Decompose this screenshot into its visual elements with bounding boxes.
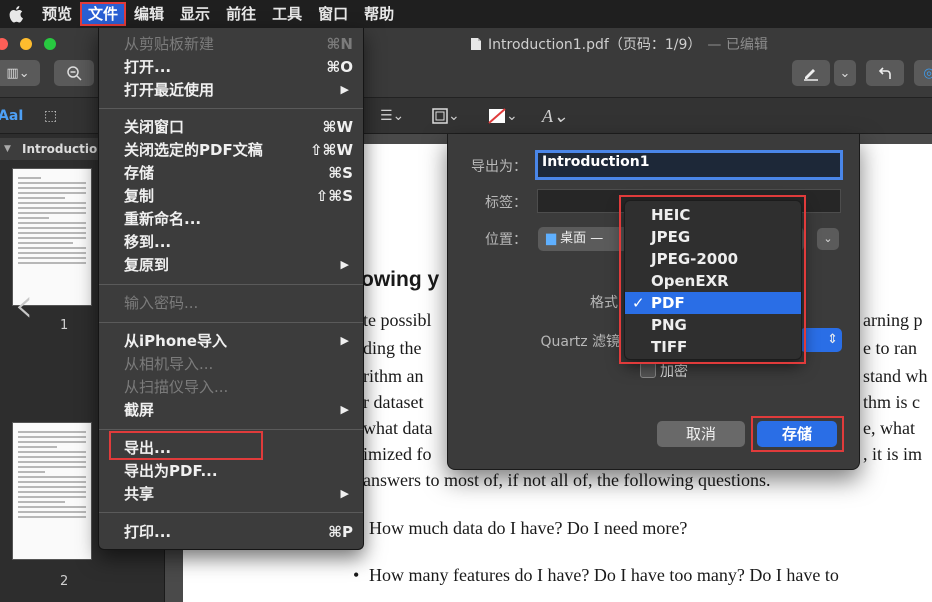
cancel-button[interactable]: 取消 xyxy=(657,421,745,447)
doc-right-5: e, what xyxy=(863,418,915,438)
zoom-out-button[interactable] xyxy=(54,60,94,86)
menu-item-move-to[interactable]: 移到... xyxy=(99,231,363,253)
rotate-icon xyxy=(878,67,891,79)
doc-bullet-1: How much data do I have? Do I need more? xyxy=(353,518,687,539)
export-highlight-box xyxy=(109,431,263,460)
close-window-button[interactable] xyxy=(0,38,8,50)
encrypt-checkbox[interactable] xyxy=(640,362,656,378)
menu-tools[interactable]: 工具 xyxy=(264,2,310,26)
location-label: 位置： xyxy=(485,232,527,248)
window-title-edited: — 已编辑 xyxy=(707,37,768,53)
doc-right-3: stand wh xyxy=(863,366,928,386)
menu-item-close-selected[interactable]: 关闭选定的PDF文稿 ⇧⌘W xyxy=(99,139,363,161)
menu-edit[interactable]: 编辑 xyxy=(126,2,172,26)
menu-item-close-window[interactable]: 关闭窗口 ⌘W xyxy=(99,116,363,138)
menu-item-open[interactable]: 打开... ⌘O xyxy=(99,56,363,78)
page-number-1: 1 xyxy=(60,318,69,333)
menu-item-screenshot[interactable]: 截屏 ▶ xyxy=(99,399,363,421)
search-icon: ◎ xyxy=(923,65,932,81)
tags-label: 标签： xyxy=(485,195,527,211)
doc-line-6: imized fo xyxy=(363,444,432,464)
location-value: 桌面 — xyxy=(560,231,604,246)
menu-file[interactable]: 文件 xyxy=(80,2,127,26)
export-as-input[interactable]: Introduction1 xyxy=(535,150,843,180)
fill-color-icon[interactable]: ⌄ xyxy=(488,104,518,128)
file-menu: 从剪贴板新建 ⌘N 打开... ⌘O 打开最近使用 ▶ 关闭窗口 ⌘W 关闭选定的PDF… xyxy=(98,28,364,550)
menu-item-import-camera[interactable]: 从相机导入... xyxy=(99,353,363,375)
menu-item-new-from-clipboard[interactable]: 从剪贴板新建 ⌘N xyxy=(99,33,363,55)
sidebar-toggle-button[interactable]: ▥⌄ xyxy=(0,60,40,86)
expand-location-button[interactable]: ⌄ xyxy=(817,228,839,250)
menu-item-save[interactable]: 存储 ⌘S xyxy=(99,162,363,184)
doc-line-7: answers to most of, if not all of, the f… xyxy=(363,470,771,490)
markup-dropdown-button[interactable]: ⌄ xyxy=(834,60,856,86)
quartz-filter-popup[interactable]: ⇕ xyxy=(800,328,842,352)
window-title: Introduction1.pdf（页码：1/9） — 已编辑 xyxy=(470,34,768,54)
minimize-window-button[interactable] xyxy=(20,38,32,50)
doc-bullet-2: How many features do I have? Do I have t… xyxy=(353,565,839,586)
doc-line-5: what data xyxy=(363,418,433,438)
updown-chevron-icon: ⇕ xyxy=(827,332,838,347)
menu-item-print[interactable]: 打印... ⌘P xyxy=(99,521,363,543)
doc-line-4: r dataset xyxy=(363,392,424,412)
magnifier-minus-icon xyxy=(67,66,82,81)
pen-signature-icon xyxy=(804,69,818,81)
menu-item-share[interactable]: 共享 ▶ xyxy=(99,483,363,505)
markup-button[interactable] xyxy=(792,60,830,86)
rotate-button[interactable] xyxy=(866,60,904,86)
menu-preview[interactable]: 预览 xyxy=(34,2,80,26)
border-color-icon[interactable]: ⌄ xyxy=(432,104,460,128)
zoom-window-button[interactable] xyxy=(44,38,56,50)
menu-view[interactable]: 显示 xyxy=(172,2,218,26)
rect-selection-icon[interactable]: ⬚ xyxy=(44,104,57,128)
page-number-2: 2 xyxy=(60,574,69,589)
line-style-icon[interactable]: ☰⌄ xyxy=(380,104,404,128)
doc-line-1: te possibl xyxy=(363,310,432,330)
doc-heading: owing y xyxy=(361,268,440,291)
menu-item-rename[interactable]: 重新命名... xyxy=(99,208,363,230)
menubar: 预览 文件 编辑 显示 前往 工具 窗口 帮助 xyxy=(0,0,932,28)
doc-line-3: rithm an xyxy=(363,366,424,386)
window-title-text: Introduction1.pdf（页码：1/9） xyxy=(488,37,702,53)
doc-line-2: ding the xyxy=(363,338,422,358)
text-style-icon[interactable]: A⌄ xyxy=(542,104,568,128)
page-thumbnail-2[interactable] xyxy=(12,422,92,560)
chevron-left-icon[interactable]: ‹ xyxy=(14,276,34,334)
chevron-down-icon: ⌄ xyxy=(823,232,833,245)
format-highlight-box xyxy=(619,195,806,364)
menu-help[interactable]: 帮助 xyxy=(356,2,402,26)
search-button[interactable]: ◎ xyxy=(914,60,932,86)
menu-item-open-recent[interactable]: 打开最近使用 ▶ xyxy=(99,79,363,101)
text-selection-icon[interactable]: AaI xyxy=(0,104,24,128)
menu-item-export-pdf[interactable]: 导出为PDF... xyxy=(99,460,363,482)
encrypt-label: 加密 xyxy=(660,364,688,380)
quartz-filter-label: Quartz 滤镜 xyxy=(540,334,620,350)
doc-right-1: arning p xyxy=(863,310,923,330)
menu-item-revert-to[interactable]: 复原到 ▶ xyxy=(99,254,363,276)
doc-right-4: thm is c xyxy=(863,392,920,412)
menu-item-import-iphone[interactable]: 从iPhone导入 ▶ xyxy=(99,330,363,352)
export-as-label: 导出为： xyxy=(471,159,527,175)
menu-item-duplicate[interactable]: 复制 ⇧⌘S xyxy=(99,185,363,207)
desktop-folder-icon: ▆ xyxy=(546,231,556,246)
menu-item-import-scanner[interactable]: 从扫描仪导入... xyxy=(99,376,363,398)
doc-right-2: e to ran xyxy=(863,338,917,358)
doc-right-6: , it is im xyxy=(863,444,923,464)
menu-item-enter-password[interactable]: 输入密码... xyxy=(99,292,363,314)
format-label: 格式 xyxy=(590,295,618,311)
apple-icon[interactable] xyxy=(0,0,34,28)
menu-window[interactable]: 窗口 xyxy=(310,2,356,26)
pdf-document-icon xyxy=(471,38,481,50)
save-highlight-box xyxy=(751,416,844,452)
sidebar-document-header[interactable]: Introduction xyxy=(0,138,106,160)
chevron-down-icon: ⌄ xyxy=(839,65,851,81)
menu-go[interactable]: 前往 xyxy=(218,2,264,26)
sidebar-icon: ▥⌄ xyxy=(6,65,30,81)
